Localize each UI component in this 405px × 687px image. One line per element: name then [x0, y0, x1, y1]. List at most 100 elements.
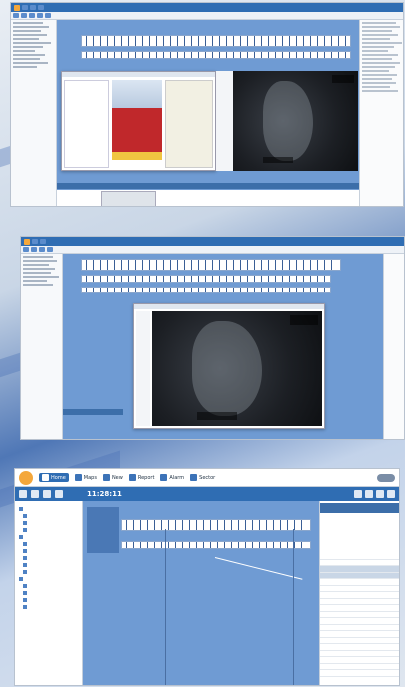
- tree-item[interactable]: [15, 568, 82, 575]
- tree-item[interactable]: [15, 519, 82, 526]
- header-button[interactable]: [55, 490, 63, 498]
- timeline-tick: [310, 260, 311, 270]
- timeline-tick: [254, 260, 255, 270]
- tree-item[interactable]: [15, 596, 82, 603]
- tree-item[interactable]: [15, 603, 82, 610]
- timeline-tick: [261, 288, 262, 292]
- timeline-tick: [133, 520, 134, 530]
- timeline-tick: [219, 52, 220, 58]
- timeline-tick: [226, 36, 227, 46]
- map-dialog[interactable]: [133, 303, 325, 429]
- toolbar-button[interactable]: [39, 247, 45, 252]
- tree-item[interactable]: [15, 505, 82, 512]
- timeline-tick: [182, 542, 183, 548]
- radar-map[interactable]: [233, 71, 358, 171]
- timeline-strip[interactable]: [81, 35, 351, 47]
- timeline-tick: [93, 260, 94, 270]
- tree-item[interactable]: [15, 526, 82, 533]
- sector-label: Sector: [199, 474, 216, 481]
- tree-item[interactable]: [15, 582, 82, 589]
- timeline-tick: [324, 260, 325, 270]
- toolbar-button[interactable]: [23, 247, 29, 252]
- timeline-strip[interactable]: [81, 259, 341, 271]
- timeline-tick: [219, 36, 220, 46]
- navigation-tree[interactable]: [15, 501, 83, 685]
- timeline-track[interactable]: [121, 541, 311, 549]
- timeline-strip[interactable]: [81, 275, 331, 283]
- timeline-tick: [245, 542, 246, 548]
- timeline-tick: [121, 260, 122, 270]
- tree-item[interactable]: [15, 547, 82, 554]
- toolbar-button[interactable]: [13, 13, 19, 18]
- header-button[interactable]: [19, 490, 27, 498]
- app-icon: [24, 238, 30, 245]
- timeline-tick: [331, 260, 332, 270]
- timeline-tick: [280, 520, 281, 530]
- header-button[interactable]: [43, 490, 51, 498]
- timeline-tick: [268, 52, 269, 58]
- timeline-tick: [170, 52, 171, 58]
- tree-item[interactable]: [15, 575, 82, 582]
- timeline-tick: [212, 276, 213, 282]
- toolbar-button[interactable]: [31, 247, 37, 252]
- header-button[interactable]: [365, 490, 373, 498]
- toolbar-button[interactable]: [30, 5, 36, 10]
- tree-item[interactable]: [15, 512, 82, 519]
- toolbar-button[interactable]: [21, 13, 27, 18]
- map-caption: [332, 75, 354, 83]
- tree-item[interactable]: [15, 589, 82, 596]
- toolbar-button[interactable]: [32, 239, 38, 244]
- timeline-tick: [226, 52, 227, 58]
- timeline-tick: [287, 542, 288, 548]
- toolbar-button[interactable]: [45, 13, 51, 18]
- timeline-tick: [114, 52, 115, 58]
- timeline-tick: [135, 288, 136, 292]
- new-button[interactable]: New: [102, 474, 123, 481]
- toolbar-button[interactable]: [29, 13, 35, 18]
- timeline-strip[interactable]: [81, 287, 331, 293]
- header-button[interactable]: [31, 490, 39, 498]
- tree-item[interactable]: [15, 554, 82, 561]
- data-table-window[interactable]: [61, 71, 216, 171]
- header-button[interactable]: [354, 490, 362, 498]
- right-panel[interactable]: [383, 254, 404, 439]
- timeline-tick: [268, 36, 269, 46]
- timeline-tick: [175, 542, 176, 548]
- list-item[interactable]: [320, 670, 399, 677]
- timeline-tick: [261, 260, 262, 270]
- report-button[interactable]: Report: [128, 474, 154, 481]
- event-list[interactable]: [319, 501, 399, 685]
- sector-button[interactable]: Sector: [190, 474, 215, 481]
- timeline-ruler[interactable]: [121, 519, 311, 531]
- toolbar-button[interactable]: [47, 247, 53, 252]
- bottom-bar: [63, 409, 123, 415]
- timeline-strip[interactable]: [81, 51, 351, 59]
- tree-item[interactable]: [15, 540, 82, 547]
- timeline-tick: [100, 288, 101, 292]
- alarm-button[interactable]: Alarm: [160, 474, 184, 481]
- tree-item[interactable]: [15, 561, 82, 568]
- timeline-tick: [282, 36, 283, 46]
- toggle-icon[interactable]: [377, 473, 395, 482]
- tree-item[interactable]: [15, 533, 82, 540]
- navigation-tree[interactable]: [11, 20, 57, 206]
- timeline-tick: [191, 36, 192, 46]
- timeline-tick: [233, 260, 234, 270]
- radar-map[interactable]: [152, 311, 322, 426]
- timeline-tick: [198, 36, 199, 46]
- timeline-tick: [149, 288, 150, 292]
- toolbar-button[interactable]: [38, 5, 44, 10]
- header-button[interactable]: [376, 490, 384, 498]
- timeline-tick: [114, 260, 115, 270]
- right-panel[interactable]: [359, 20, 403, 206]
- timeline-tick: [184, 36, 185, 46]
- maps-button[interactable]: Maps: [74, 474, 97, 481]
- timeline-tick: [184, 52, 185, 58]
- header-button[interactable]: [387, 490, 395, 498]
- home-button[interactable]: Home: [39, 473, 69, 482]
- navigation-tree[interactable]: [21, 254, 63, 439]
- toolbar-button[interactable]: [22, 5, 28, 10]
- timeline-tick: [233, 276, 234, 282]
- toolbar-button[interactable]: [37, 13, 43, 18]
- toolbar-button[interactable]: [40, 239, 46, 244]
